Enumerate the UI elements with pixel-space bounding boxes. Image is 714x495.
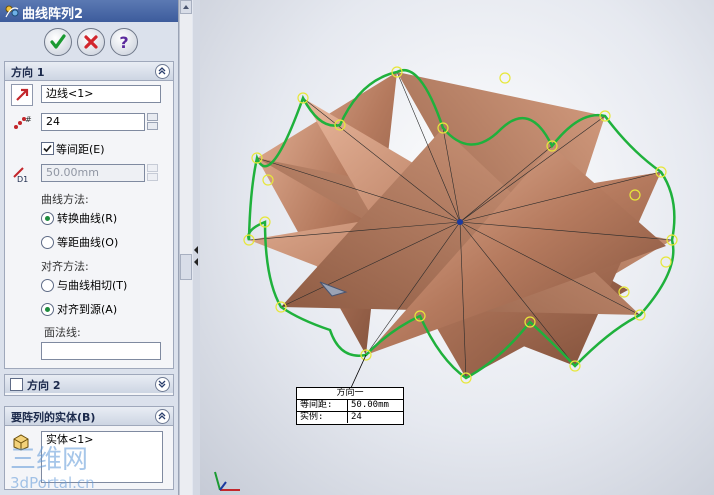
panel-scrollbar[interactable] bbox=[179, 0, 192, 495]
curve-method-label: 曲线方法: bbox=[41, 193, 89, 206]
gear-model-view[interactable] bbox=[200, 0, 714, 495]
patterned-body[interactable] bbox=[249, 72, 672, 378]
direction1-header[interactable]: 方向 1 bbox=[5, 62, 173, 81]
transform-curve-label: 转换曲线(R) bbox=[57, 212, 118, 225]
svg-text:D1: D1 bbox=[17, 175, 28, 183]
cancel-x-icon bbox=[84, 35, 98, 49]
instance-count-icon: # bbox=[14, 115, 32, 129]
direction2-group: 方向 2 bbox=[4, 374, 174, 396]
feature-title: 曲线阵列2 bbox=[22, 7, 84, 22]
tangent-label: 与曲线相切(T) bbox=[57, 279, 128, 292]
face-normal-field[interactable] bbox=[41, 342, 161, 360]
direction2-title: 方向 2 bbox=[27, 379, 61, 392]
equal-spacing-label: 等间距(E) bbox=[56, 143, 105, 156]
callout-spacing-label: 等间距: bbox=[300, 400, 333, 410]
reverse-direction-button[interactable] bbox=[11, 84, 33, 106]
offset-curve-label: 等距曲线(O) bbox=[57, 236, 119, 249]
svg-text:?: ? bbox=[119, 33, 128, 52]
curve-pattern-icon bbox=[5, 5, 19, 18]
collapse-up-icon[interactable] bbox=[155, 64, 170, 79]
bodies-header[interactable]: 要阵列的实体(B) bbox=[5, 407, 173, 426]
equal-spacing-checkbox[interactable] bbox=[41, 142, 54, 155]
pattern-callout[interactable]: 方向一 等间距: 50.00mm 实例: 24 bbox=[296, 387, 404, 425]
face-normal-label: 面法线: bbox=[44, 326, 81, 339]
callout-title: 方向一 bbox=[297, 388, 403, 400]
direction2-checkbox[interactable] bbox=[10, 378, 23, 391]
align-origin-label: 对齐到源(A) bbox=[57, 303, 118, 316]
triad-icon bbox=[214, 471, 240, 491]
transform-curve-radio[interactable] bbox=[41, 212, 54, 225]
direction1-group: 方向 1 边线<1> # 24 等间距(E) D1 50.00mm 曲线方法: … bbox=[4, 61, 174, 369]
callout-spacing-value[interactable]: 50.00mm bbox=[347, 400, 405, 411]
graphics-viewport[interactable] bbox=[200, 0, 714, 495]
collapse-up-icon[interactable] bbox=[155, 409, 170, 424]
spacing-icon: D1 bbox=[13, 167, 28, 183]
splitter-grip-icon bbox=[194, 246, 198, 266]
ok-check-icon bbox=[50, 34, 66, 49]
spacing-spinner[interactable] bbox=[147, 164, 158, 182]
offset-curve-radio[interactable] bbox=[41, 236, 54, 249]
watermark-logo: 三维网 3dPortal.cn bbox=[10, 445, 95, 492]
direction2-header[interactable]: 方向 2 bbox=[5, 375, 173, 393]
callout-count-value[interactable]: 24 bbox=[347, 412, 405, 423]
cancel-button[interactable] bbox=[77, 28, 105, 56]
ok-button[interactable] bbox=[44, 28, 72, 56]
expand-down-icon[interactable] bbox=[155, 377, 170, 392]
callout-leader bbox=[349, 354, 367, 391]
svg-text:#: # bbox=[25, 115, 32, 124]
scroll-thumb[interactable] bbox=[180, 254, 192, 280]
scroll-up-button[interactable] bbox=[180, 0, 192, 14]
help-question-icon: ? bbox=[119, 33, 128, 52]
title-bar: 曲线阵列2 bbox=[0, 0, 178, 22]
svg-text:3dPortal.cn: 3dPortal.cn bbox=[10, 474, 95, 492]
instance-count-input[interactable]: 24 bbox=[41, 113, 145, 131]
callout-count-label: 实例: bbox=[300, 412, 324, 422]
count-spinner[interactable] bbox=[147, 113, 158, 131]
direction1-title: 方向 1 bbox=[11, 66, 45, 79]
bodies-title: 要阵列的实体(B) bbox=[11, 411, 96, 424]
reverse-direction-icon bbox=[16, 88, 29, 101]
align-origin-radio[interactable] bbox=[41, 303, 54, 316]
align-method-label: 对齐方法: bbox=[41, 260, 89, 273]
origin-icon bbox=[457, 219, 463, 225]
svg-text:三维网: 三维网 bbox=[10, 445, 88, 475]
help-button[interactable]: ? bbox=[110, 28, 138, 56]
pattern-direction-field[interactable]: 边线<1> bbox=[41, 85, 161, 103]
spacing-input[interactable]: 50.00mm bbox=[41, 164, 145, 182]
tangent-radio[interactable] bbox=[41, 279, 54, 292]
property-manager: 曲线阵列2 ? 方向 1 边线<1> # 24 等间距(E) D1 50.00m… bbox=[0, 0, 179, 495]
panel-splitter[interactable] bbox=[193, 0, 200, 495]
